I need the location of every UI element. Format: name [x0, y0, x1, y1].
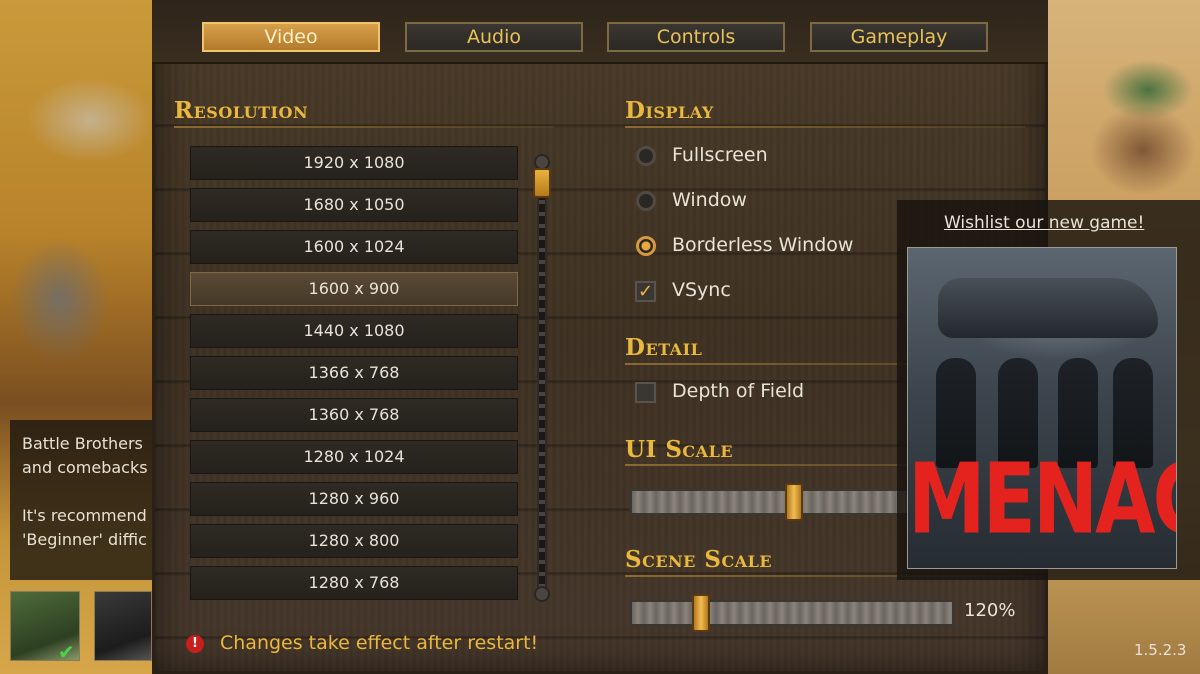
- restart-warning-text: Changes take effect after restart!: [220, 632, 539, 654]
- scene-scale-slider-handle[interactable]: [692, 594, 710, 632]
- scene-scale-value: 120%: [964, 600, 1016, 621]
- tab-audio[interactable]: Audio: [405, 22, 583, 52]
- resolution-option[interactable]: 1280 x 1024: [190, 440, 518, 474]
- window-label: Window: [672, 189, 747, 211]
- resolution-option[interactable]: 1280 x 768: [190, 566, 518, 600]
- tab-controls[interactable]: Controls: [607, 22, 785, 52]
- warning-icon: !: [186, 635, 204, 653]
- resolution-option[interactable]: 1280 x 960: [190, 482, 518, 516]
- fullscreen-label: Fullscreen: [672, 144, 768, 166]
- ui-scale-slider-handle[interactable]: [785, 483, 803, 521]
- scene-scale-heading: Scene Scale: [625, 546, 773, 573]
- ui-scale-heading: UI Scale: [625, 436, 734, 463]
- ui-scale-slider[interactable]: [630, 489, 910, 515]
- resolution-option[interactable]: 1920 x 1080: [190, 146, 518, 180]
- depth-of-field-checkbox[interactable]: [635, 382, 656, 403]
- menace-logo-text: MENACE: [908, 443, 1176, 557]
- resolution-option-selected[interactable]: 1600 x 900: [190, 272, 518, 306]
- dropship-illustration: [938, 278, 1158, 338]
- scrollbar-bottom-knob: [534, 586, 550, 602]
- borderless-window-radio[interactable]: [636, 236, 656, 256]
- resolution-divider: [174, 126, 554, 128]
- character-portrait-hooded: [94, 591, 152, 661]
- window-radio[interactable]: [636, 191, 656, 211]
- resolution-scroll-handle[interactable]: [533, 168, 551, 198]
- menace-promo-image[interactable]: MENACE: [907, 247, 1177, 569]
- fullscreen-radio[interactable]: [636, 146, 656, 166]
- check-icon: ✔: [58, 640, 75, 664]
- scene-scale-slider[interactable]: [630, 600, 954, 626]
- resolution-scrollbar[interactable]: [537, 160, 547, 594]
- tab-gameplay[interactable]: Gameplay: [810, 22, 988, 52]
- version-label: 1.5.2.3: [1134, 641, 1187, 659]
- display-divider: [625, 126, 1025, 128]
- display-heading: Display: [625, 97, 714, 124]
- resolution-option[interactable]: 1280 x 800: [190, 524, 518, 558]
- wishlist-link[interactable]: Wishlist our new game!: [944, 213, 1144, 233]
- vsync-checkbox[interactable]: ✓: [635, 281, 656, 302]
- loading-tip-text: Battle Brothers and comebacks It's recom…: [22, 434, 148, 549]
- resolution-option[interactable]: 1366 x 768: [190, 356, 518, 390]
- vsync-label: VSync: [672, 279, 731, 301]
- depth-of-field-label: Depth of Field: [672, 380, 805, 402]
- detail-heading: Detail: [625, 334, 703, 361]
- resolution-option[interactable]: 1680 x 1050: [190, 188, 518, 222]
- resolution-option[interactable]: 1360 x 768: [190, 398, 518, 432]
- resolution-option[interactable]: 1600 x 1024: [190, 230, 518, 264]
- borderless-window-label: Borderless Window: [672, 234, 854, 256]
- resolution-option[interactable]: 1440 x 1080: [190, 314, 518, 348]
- tab-video[interactable]: Video: [202, 22, 380, 52]
- resolution-heading: Resolution: [174, 97, 309, 124]
